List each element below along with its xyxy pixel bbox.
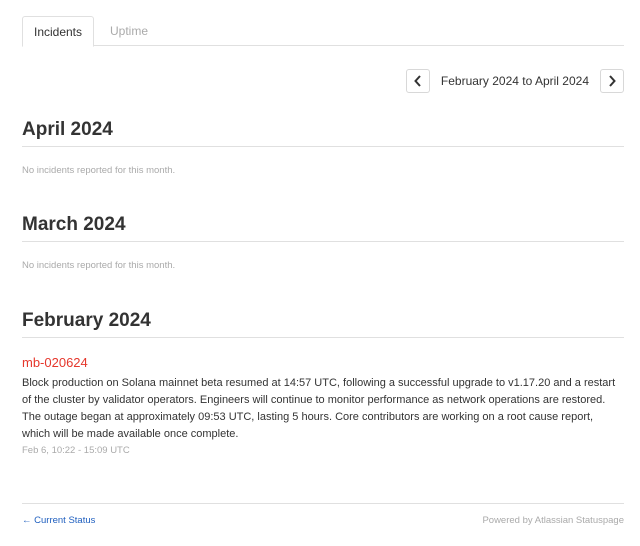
month-title: March 2024 — [22, 213, 624, 242]
chevron-left-icon — [414, 75, 421, 87]
previous-page-button[interactable] — [405, 69, 430, 93]
page-footer: ← Current Status Powered by Atlassian St… — [22, 503, 624, 526]
month-section-march: March 2024 No incidents reported for thi… — [22, 213, 624, 271]
no-incidents-text: No incidents reported for this month. — [22, 260, 176, 271]
incident-description: Block production on Solana mainnet beta … — [22, 377, 616, 440]
current-status-link[interactable]: ← Current Status — [22, 515, 95, 526]
incident-timestamp: Feb 6, 10:22 - 15:09 UTC — [22, 445, 130, 456]
month-title: February 2024 — [22, 309, 624, 338]
next-page-button[interactable] — [600, 69, 624, 93]
tab-incidents[interactable]: Incidents — [22, 16, 94, 47]
chevron-right-icon — [609, 75, 616, 87]
month-section-february: February 2024 mb-020624 Block production… — [22, 309, 624, 456]
month-section-april: April 2024 No incidents reported for thi… — [22, 118, 624, 176]
no-incidents-text: No incidents reported for this month. — [22, 165, 176, 176]
date-range-pager: February 2024 to April 2024 — [405, 69, 624, 93]
history-tabs: Incidents Uptime — [22, 16, 624, 47]
incident-title-link[interactable]: mb-020624 — [22, 355, 88, 371]
tab-uptime[interactable]: Uptime — [100, 16, 158, 46]
incident-item: mb-020624 Block production on Solana mai… — [22, 354, 624, 456]
powered-by-link[interactable]: Powered by Atlassian Statuspage — [482, 515, 624, 526]
month-title: April 2024 — [22, 118, 624, 147]
date-range-label: February 2024 to April 2024 — [440, 74, 589, 88]
status-history-page: Incidents Uptime February 2024 to April … — [0, 0, 640, 546]
